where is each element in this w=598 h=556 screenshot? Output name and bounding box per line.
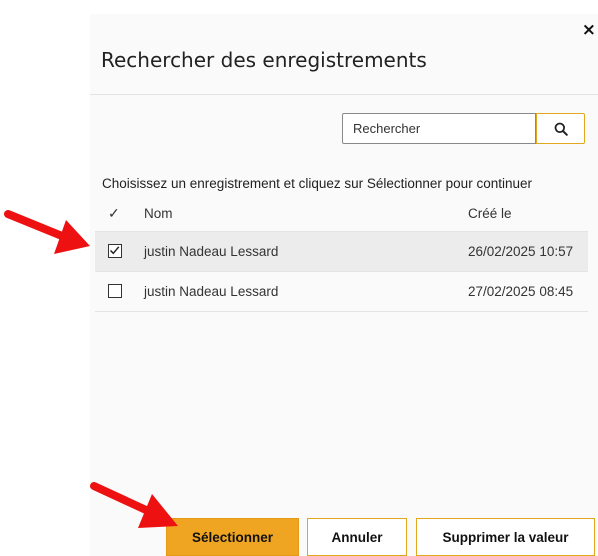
select-all-check-icon[interactable]: ✓ [108, 205, 120, 222]
search-icon [554, 122, 568, 136]
screenshot-stage: × Rechercher des enregistrements Choisis… [0, 0, 598, 556]
row-name: justin Nadeau Lessard [144, 244, 279, 259]
search-input[interactable] [342, 113, 536, 144]
search-button[interactable] [536, 113, 585, 144]
row-checkbox[interactable] [108, 284, 122, 298]
row-date: 26/02/2025 10:57 [468, 244, 574, 259]
row-name: justin Nadeau Lessard [144, 284, 279, 299]
title-divider [90, 94, 598, 95]
table-row[interactable]: justin Nadeau Lessard 26/02/2025 10:57 [95, 231, 588, 272]
column-header-created[interactable]: Créé le [468, 206, 512, 221]
list-header: ✓ Nom Créé le [102, 204, 592, 230]
row-checkbox-checked[interactable] [108, 244, 122, 258]
table-row[interactable]: justin Nadeau Lessard 27/02/2025 08:45 [95, 272, 588, 312]
dialog-title: Rechercher des enregistrements [101, 48, 427, 72]
checkmark-icon [109, 246, 120, 255]
search-records-dialog: × Rechercher des enregistrements Choisis… [90, 14, 598, 556]
clear-value-button[interactable]: Supprimer la valeur [416, 518, 595, 556]
red-arrow-icon [4, 210, 90, 254]
red-arrow-icon [90, 482, 178, 528]
column-header-name[interactable]: Nom [144, 206, 173, 221]
row-date: 27/02/2025 08:45 [468, 284, 574, 299]
close-icon[interactable]: × [582, 22, 596, 39]
select-button[interactable]: Sélectionner [166, 518, 299, 556]
instruction-text: Choisissez un enregistrement et cliquez … [102, 176, 532, 191]
cancel-button[interactable]: Annuler [307, 518, 407, 556]
records-list: justin Nadeau Lessard 26/02/2025 10:57 j… [95, 231, 588, 312]
